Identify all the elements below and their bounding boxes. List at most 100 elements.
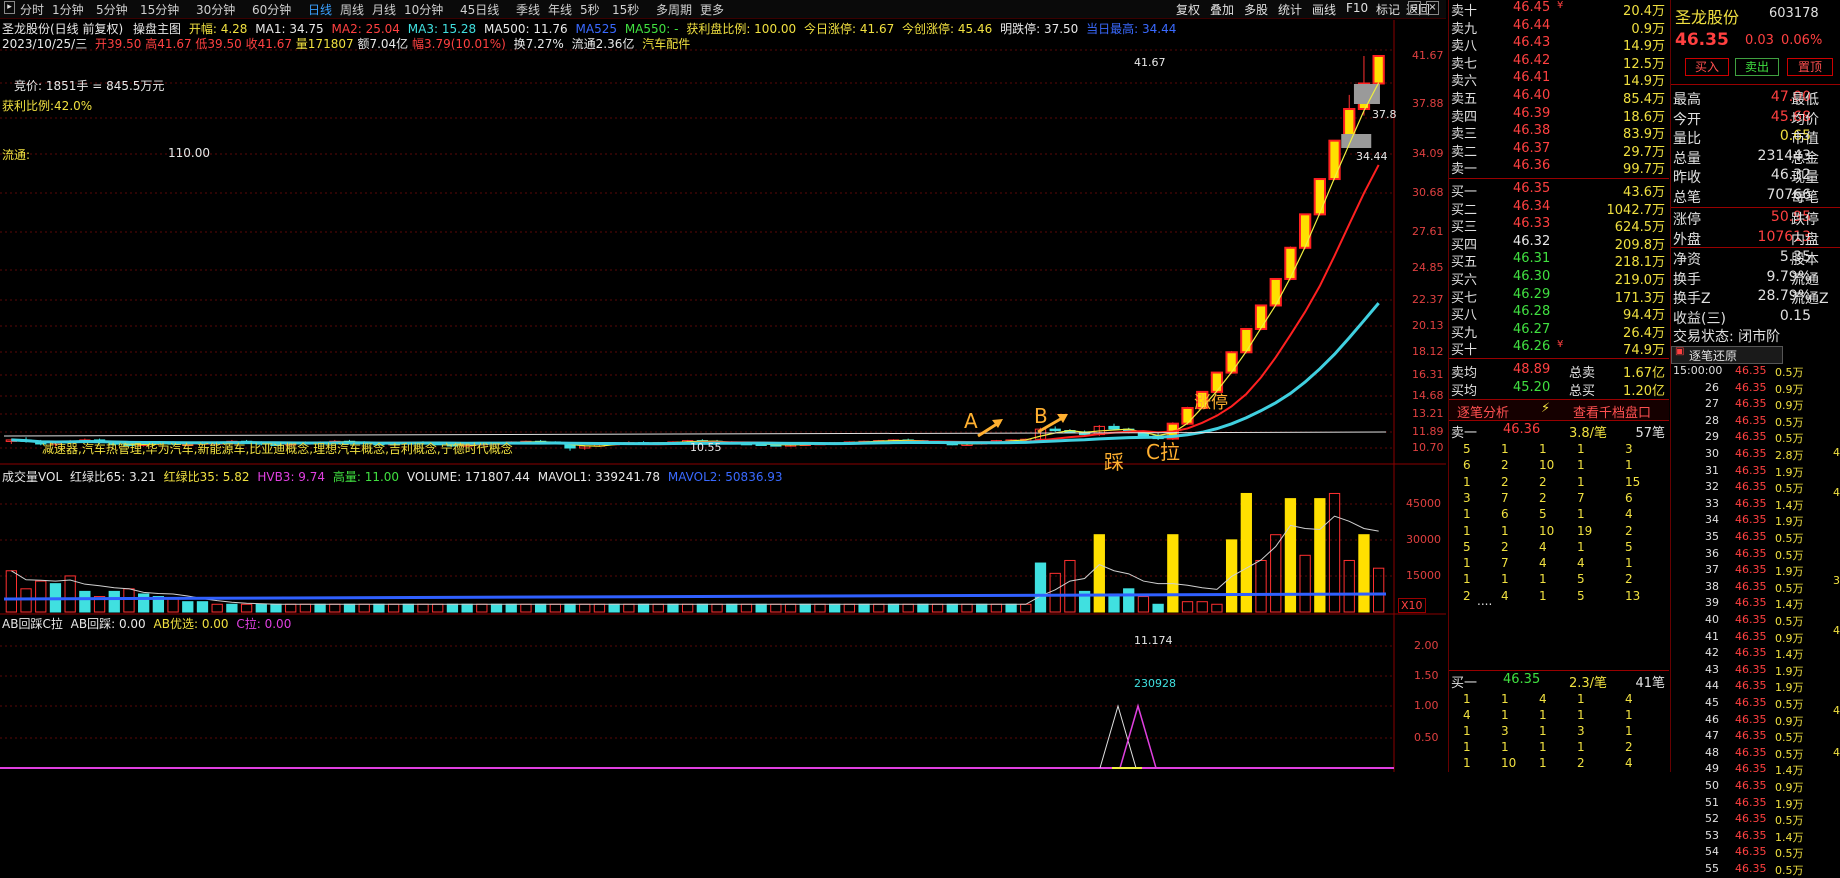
queue-cell: 10: [1539, 523, 1555, 538]
price-tick: 27.61: [1412, 225, 1444, 238]
queue-cell: 13: [1625, 588, 1641, 603]
tick-row: 34 46.35 1.9万: [1671, 513, 1840, 529]
ab-peak-magenta: [1119, 703, 1157, 769]
queue-cell: 1: [1577, 539, 1585, 554]
tick-row: 40 46.35 0.5万: [1671, 613, 1840, 629]
tick-price: 46.35: [1735, 430, 1767, 444]
sell-button[interactable]: 卖出: [1735, 58, 1779, 76]
bid-row[interactable]: 买七 46.29 171.3万: [1449, 286, 1669, 306]
tick-time: 47: [1705, 729, 1719, 743]
ask-row[interactable]: 卖四 46.39 18.6万: [1449, 106, 1669, 125]
tick-time: 52: [1705, 812, 1719, 826]
ask-row[interactable]: 卖八 46.43 14.9万: [1449, 35, 1669, 55]
tick-row: 30 46.35 2.8万: [1671, 447, 1840, 463]
tick-time: 51: [1705, 795, 1719, 809]
ask-row[interactable]: 卖一 46.36 99.7万: [1449, 158, 1669, 177]
info-key2: 每笔: [1791, 189, 1819, 206]
ask-row[interactable]: 卖五 46.40 85.4万: [1449, 88, 1669, 107]
total-value: 1.20亿: [1623, 384, 1665, 399]
volume-bar: [446, 603, 459, 613]
ask-row[interactable]: 卖六 46.41 14.9万: [1449, 70, 1669, 89]
tick-volume: 1.9万: [1775, 681, 1804, 695]
buy-button[interactable]: 买入: [1685, 58, 1729, 76]
bid-row[interactable]: 买三 46.33 624.5万: [1449, 216, 1669, 236]
tick-row: 54 46.35 0.5万: [1671, 845, 1840, 861]
bid-row[interactable]: 买六 46.30 219.0万: [1449, 269, 1669, 288]
volume-bar: [182, 601, 194, 613]
info-row: 昨收 46.32 现量: [1671, 166, 1840, 186]
tick-time: 42: [1705, 646, 1719, 660]
tick-row: 50 46.35 0.9万: [1671, 779, 1840, 795]
candle-body: [1181, 407, 1194, 425]
candle-body: [1049, 428, 1061, 432]
ask-row[interactable]: 卖三 46.38 83.9万: [1449, 123, 1669, 142]
volume-bar: [961, 603, 973, 613]
pin-button[interactable]: 置顶: [1787, 58, 1833, 76]
bid-row[interactable]: 买四 46.32 209.8万: [1449, 234, 1669, 253]
tick-time: 41: [1705, 629, 1719, 643]
price-tick: 18.12: [1412, 345, 1444, 358]
ask-row[interactable]: 卖十 46.45 ¥20.4万: [1449, 0, 1669, 19]
ticks-toggle-icon[interactable]: ▣: [1675, 346, 1684, 357]
tick-volume: 0.9万: [1775, 399, 1804, 413]
level-price: 46.44: [1513, 17, 1551, 33]
volume-bar: [35, 580, 47, 613]
tab-depth-view[interactable]: 查看千档盘口: [1573, 402, 1651, 421]
bid-row[interactable]: 买一 46.35 43.6万: [1449, 181, 1669, 200]
tick-time: 54: [1705, 845, 1719, 859]
ask-row[interactable]: 卖七 46.42 12.5万: [1449, 53, 1669, 72]
volume-tick: 30000: [1406, 533, 1441, 546]
bid-row[interactable]: 买二 46.34 1042.7万: [1449, 199, 1669, 218]
info-row: 换手Z 28.79% 流通Z: [1671, 287, 1840, 307]
ask-row[interactable]: 卖二 46.37 29.7万: [1449, 141, 1669, 160]
price-tick: 16.31: [1412, 368, 1444, 381]
vol-hl65: 红绿比65: 3.21: [69, 470, 156, 484]
ask-row[interactable]: 卖九 46.44 0.9万: [1449, 17, 1669, 37]
candle-body: [1298, 213, 1312, 249]
level-price: 46.26: [1513, 339, 1551, 355]
tick-row: 53 46.35 1.4万: [1671, 829, 1840, 845]
level-label: 卖五: [1451, 92, 1478, 107]
tick-price: 46.35: [1735, 646, 1767, 660]
queue-price: 46.35: [1503, 672, 1541, 687]
vol-indicator-name[interactable]: 成交量VOL: [2, 470, 62, 484]
level-label: 卖八: [1451, 39, 1478, 55]
tab-tick-analysis[interactable]: 逐笔分析: [1457, 402, 1509, 421]
bid-row[interactable]: 买九 46.27 26.4万: [1449, 322, 1669, 341]
volume-bar: [79, 590, 91, 613]
bid-row[interactable]: 买五 46.31 218.1万: [1449, 251, 1669, 270]
level-volume: 624.5万: [1614, 220, 1665, 236]
volume-bar: [167, 598, 179, 613]
queue-cell: 1: [1625, 556, 1633, 571]
queue-cell: 1: [1463, 740, 1471, 754]
queue-cell: 1: [1501, 692, 1509, 706]
vol-high: 高量: 11.00: [332, 470, 400, 484]
bid-row[interactable]: 买十 46.26 ¥74.9万: [1449, 339, 1669, 358]
volume-bar: [1255, 559, 1267, 613]
volume-bar: [770, 603, 782, 613]
info-key: 换手Z: [1673, 291, 1711, 307]
tick-time: 36: [1705, 546, 1719, 560]
kline-chart[interactable]: [0, 0, 1446, 772]
level-label: 卖七: [1451, 56, 1478, 72]
profit-percent: 获利比例:42.0%: [2, 99, 93, 113]
tick-volume: 1.4万: [1775, 648, 1804, 662]
volume-bar: [858, 603, 870, 613]
tick-row: 43 46.35 1.9万: [1671, 663, 1840, 679]
volume-bar: [1020, 603, 1032, 613]
queue-cell: 5: [1625, 539, 1633, 554]
tick-row: 41 46.35 0.9万: [1671, 630, 1840, 646]
tick-row: 52 46.35 0.5万: [1671, 812, 1840, 828]
volume-bar: [902, 603, 914, 613]
queue-cell: 7: [1501, 556, 1509, 571]
price-box: [1341, 134, 1372, 148]
info-key2: 流通Z: [1791, 291, 1829, 307]
tick-price: 46.35: [1735, 613, 1767, 626]
ab-indicator-name[interactable]: AB回踩C拉: [2, 617, 63, 631]
tick-volume: 0.9万: [1775, 714, 1804, 728]
volume-bar: [1358, 534, 1370, 613]
level-price: 46.35: [1513, 181, 1551, 196]
level-price: 46.29: [1513, 286, 1551, 302]
side-count: 4: [1833, 446, 1840, 459]
bid-row[interactable]: 买八 46.28 94.4万: [1449, 304, 1669, 323]
